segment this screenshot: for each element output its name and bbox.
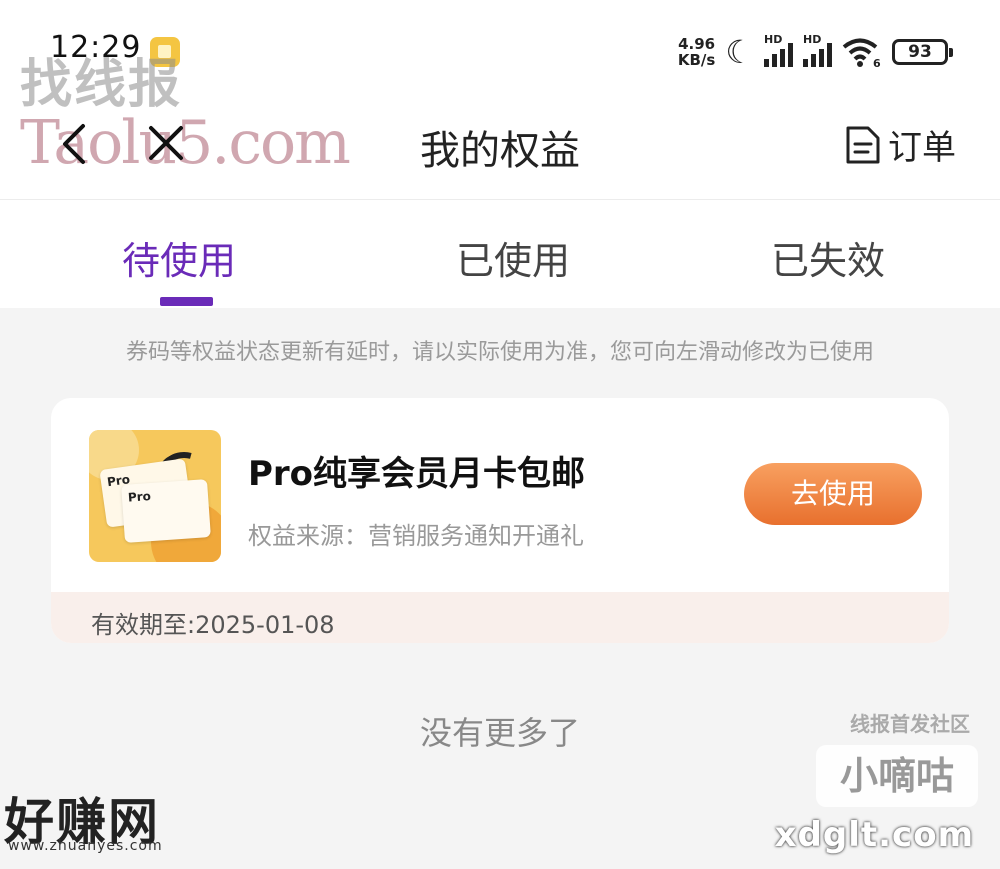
status-icons: 4.96 KB/s ☾ HD HD 6 93 [677, 32, 953, 72]
watermark-right-domain: xdglt.com [774, 815, 974, 855]
benefit-expiry: 有效期至:2025-01-08 [91, 611, 335, 639]
signal-icon: HD [764, 33, 793, 67]
order-label: 订单 [888, 128, 956, 168]
order-button[interactable]: 订单 [844, 120, 956, 169]
top-bar: 12:29 4.96 KB/s ☾ HD HD 6 93 找线报 Taolu5.… [0, 0, 1000, 199]
signal-icon-2: HD [803, 33, 832, 67]
use-button[interactable]: 去使用 [744, 463, 922, 525]
tab-indicator [160, 297, 213, 306]
tab-bar: 待使用 已使用 已失效 [0, 200, 1000, 308]
tab-used[interactable]: 已使用 [456, 230, 570, 285]
moon-icon: ☾ [725, 33, 754, 71]
benefit-card[interactable]: Pro Pro Pro纯享会员月卡包邮 权益来源：营销服务通知开通礼 去使用 有… [51, 398, 949, 643]
document-icon [846, 126, 880, 163]
benefit-title: Pro纯享会员月卡包邮 [248, 454, 586, 494]
watermark-right-badge: 小嘀咕 [816, 745, 978, 807]
network-speed: 4.96 KB/s [677, 35, 716, 69]
benefit-source: 权益来源：营销服务通知开通礼 [248, 522, 584, 550]
wifi-icon: 6 [842, 36, 882, 70]
watermark-right-top: 线报首发社区 [850, 712, 970, 736]
svg-text:6: 6 [873, 57, 881, 68]
benefit-thumbnail: Pro Pro [89, 430, 221, 562]
battery-icon: 93 [892, 39, 953, 65]
tab-pending[interactable]: 待使用 [122, 230, 236, 285]
tab-expired[interactable]: 已失效 [771, 230, 885, 285]
status-notice: 券码等权益状态更新有延时，请以实际使用为准，您可向左滑动修改为已使用 [125, 340, 874, 365]
benefit-footer: 有效期至:2025-01-08 [51, 592, 949, 643]
watermark-top-left: 找线报 [20, 55, 183, 115]
watermark-bottom-left-url: www.zhuanyes.com [8, 838, 163, 854]
